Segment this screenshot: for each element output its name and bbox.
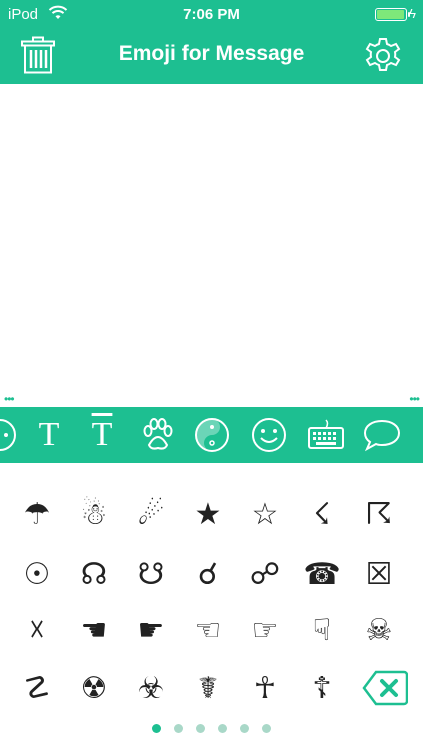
battery-level bbox=[377, 10, 404, 19]
category-serif-t[interactable]: T bbox=[29, 415, 69, 455]
category-keyboard[interactable] bbox=[306, 415, 346, 455]
yin-yang-icon bbox=[195, 418, 229, 452]
settings-gear-button[interactable] bbox=[363, 35, 403, 75]
symbol-key[interactable]: ☥ bbox=[240, 666, 290, 712]
paw-icon bbox=[143, 418, 173, 450]
symbol-key[interactable]: ☍ bbox=[240, 552, 290, 598]
symbol-key[interactable]: ☞ bbox=[240, 608, 290, 654]
symbol-key[interactable]: ☋ bbox=[126, 552, 176, 598]
smiley-icon bbox=[252, 418, 286, 452]
category-serif-t-overline[interactable]: T bbox=[82, 415, 122, 455]
page-indicator bbox=[0, 724, 423, 736]
symbol-key[interactable]: ☃ bbox=[69, 492, 119, 538]
category-partial-circle[interactable] bbox=[0, 415, 20, 455]
symbol-key[interactable]: ☒ bbox=[354, 552, 404, 598]
page-dot[interactable] bbox=[174, 724, 183, 733]
symbol-key[interactable]: ☉ bbox=[12, 552, 62, 598]
page-dot[interactable] bbox=[152, 724, 161, 733]
symbol-key[interactable]: ☡ bbox=[12, 666, 62, 712]
symbol-key[interactable]: ☟ bbox=[297, 608, 347, 654]
symbol-key[interactable]: ☂ bbox=[12, 492, 62, 538]
category-paw[interactable] bbox=[138, 415, 178, 455]
charging-bolt-icon: ϟ bbox=[409, 6, 416, 21]
symbol-key[interactable]: ☇ bbox=[297, 492, 347, 538]
symbol-key[interactable]: ☎ bbox=[297, 552, 347, 598]
page-title: Emoji for Message bbox=[118, 42, 305, 65]
symbol-key[interactable]: ☣ bbox=[126, 666, 176, 712]
scroll-right-indicator: ••• bbox=[409, 392, 420, 406]
delete-backspace-button[interactable] bbox=[362, 670, 408, 706]
page-dot[interactable] bbox=[262, 724, 271, 733]
page-dot[interactable] bbox=[218, 724, 227, 733]
message-text-area[interactable] bbox=[0, 84, 423, 390]
status-time: 7:06 PM bbox=[183, 6, 240, 23]
category-speech-bubble[interactable] bbox=[362, 415, 402, 455]
symbol-key[interactable]: ☦ bbox=[297, 666, 347, 712]
category-smiley[interactable] bbox=[249, 415, 289, 455]
symbol-key[interactable]: ☄ bbox=[126, 492, 176, 538]
page-dot[interactable] bbox=[240, 724, 249, 733]
symbol-key[interactable]: ★ bbox=[183, 492, 233, 538]
symbol-key[interactable]: ☤ bbox=[183, 666, 233, 712]
app-header: iPod 7:06 PM ϟ Emoji for Message bbox=[0, 0, 423, 84]
symbol-key[interactable]: ☈ bbox=[354, 492, 404, 538]
page-dot[interactable] bbox=[196, 724, 205, 733]
keyboard-icon bbox=[308, 419, 344, 449]
symbol-key[interactable]: ☌ bbox=[183, 552, 233, 598]
speech-bubble-icon bbox=[363, 419, 401, 452]
circle-partial-icon bbox=[0, 419, 16, 451]
symbol-key[interactable]: ☜ bbox=[183, 608, 233, 654]
battery-icon bbox=[375, 8, 410, 21]
status-bar: iPod 7:06 PM ϟ bbox=[0, 0, 423, 28]
symbol-key[interactable]: ☛ bbox=[126, 608, 176, 654]
symbol-key[interactable]: ☚ bbox=[69, 608, 119, 654]
symbol-key[interactable]: ☠ bbox=[354, 608, 404, 654]
symbol-key[interactable]: ☊ bbox=[69, 552, 119, 598]
category-yin-yang[interactable] bbox=[192, 415, 232, 455]
scroll-left-indicator: ••• bbox=[4, 392, 15, 406]
symbol-key[interactable]: ☢ bbox=[69, 666, 119, 712]
symbol-key[interactable]: ☓ bbox=[12, 608, 62, 654]
symbol-key[interactable]: ☆ bbox=[240, 492, 290, 538]
category-bar: T T bbox=[0, 407, 423, 463]
